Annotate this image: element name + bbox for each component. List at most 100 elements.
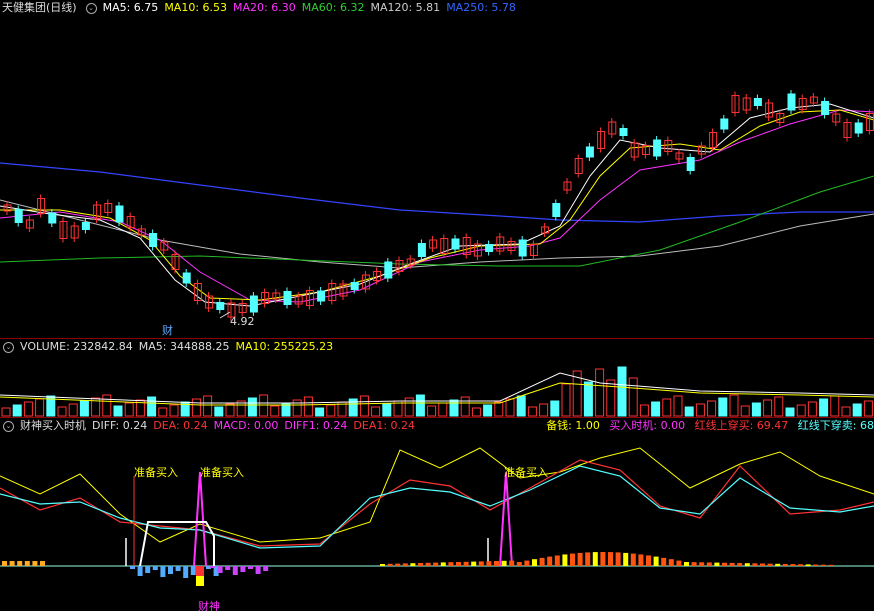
volume-bar	[326, 404, 336, 417]
candle	[720, 118, 729, 130]
volume-bar	[12, 404, 22, 417]
histogram-bar	[691, 562, 697, 566]
ready-buy-label-1: 准备买入	[134, 466, 178, 479]
histogram-bar	[729, 562, 735, 566]
volume-ma10: MA10: 255225.23	[235, 340, 334, 353]
low-price-label: 4.92	[230, 315, 255, 328]
volume-bar	[740, 405, 750, 417]
volume-bar	[382, 403, 392, 417]
histogram-bar	[387, 563, 393, 566]
histogram-bar	[509, 560, 515, 566]
volume-bar	[483, 404, 493, 417]
candle	[552, 203, 561, 217]
volume-ma10-line	[0, 382, 874, 406]
volume-bar	[68, 403, 78, 417]
histogram-bar	[539, 557, 545, 566]
volume-settings-icon[interactable]: ⌄	[3, 341, 14, 353]
caishen-block-yellow	[196, 576, 204, 586]
price-panel[interactable]: 天健集团(日线) ⌄ MA5: 6.75 MA10: 6.53 MA20: 6.…	[0, 0, 874, 338]
histogram-bar	[471, 561, 477, 566]
candle	[451, 238, 460, 250]
candle	[249, 295, 258, 313]
ma10-line	[0, 109, 874, 301]
volume-bar	[763, 399, 773, 417]
candle	[182, 272, 191, 284]
volume-bar	[807, 401, 817, 417]
histogram-bar	[653, 556, 659, 566]
red-down-label: 红线下穿卖: 68	[797, 419, 874, 432]
histogram-bar	[380, 564, 385, 566]
histogram-bar	[752, 563, 758, 566]
dea1-label: DEA1: 0.24	[353, 419, 416, 432]
histogram-bar	[425, 562, 431, 566]
ma250-line	[0, 162, 874, 223]
caishen-label: 财神	[198, 600, 220, 611]
candle	[585, 146, 594, 158]
histogram-neg-bar	[183, 566, 189, 578]
histogram-neg-bar	[190, 566, 196, 575]
histogram-bar	[767, 563, 773, 566]
volume-bar	[494, 401, 504, 417]
histogram-bar	[577, 552, 583, 566]
candle	[216, 302, 225, 310]
indicator-chart[interactable]	[0, 418, 874, 611]
volume-bar	[707, 400, 717, 417]
volume-header: ⌄ VOLUME: 232842.84 MA5: 344888.25 MA10:…	[0, 339, 339, 355]
volume-panel[interactable]: ⌄ VOLUME: 232842.84 MA5: 344888.25 MA10:…	[0, 339, 874, 417]
caishen-block-red	[196, 566, 204, 576]
volume-bar	[292, 399, 302, 417]
histogram-bar	[456, 562, 461, 566]
histogram-bar	[448, 562, 454, 566]
volume-ma5-line	[0, 372, 874, 404]
histogram-bar	[547, 556, 553, 566]
histogram-bar	[592, 552, 598, 566]
indicator-panel[interactable]: ⌄ 财神买入时机 DIFF: 0.24 DEA: 0.24 MACD: 0.00…	[0, 418, 874, 611]
volume-bar	[796, 404, 806, 417]
ma60-line	[0, 175, 874, 267]
cai-marker-label: 财	[162, 324, 173, 337]
histogram-bar	[433, 562, 439, 566]
histogram-bar	[2, 561, 7, 566]
histogram-bar	[714, 562, 720, 566]
ma250-label: MA250: 5.78	[446, 1, 516, 14]
histogram-neg-bar	[137, 566, 143, 576]
indicator-settings-icon[interactable]: ⌄	[3, 420, 14, 432]
histogram-bar	[418, 563, 423, 566]
volume-bar	[639, 404, 649, 417]
settings-circle-icon[interactable]: ⌄	[85, 2, 97, 14]
histogram-bar	[706, 562, 712, 566]
histogram-neg-bar	[160, 566, 166, 577]
volume-bar	[651, 401, 661, 417]
volume-bar	[471, 407, 481, 417]
volume-bar	[527, 406, 537, 417]
histogram-bar	[32, 561, 38, 566]
histogram-bar	[17, 561, 23, 566]
indicator-header: ⌄ 财神买入时机 DIFF: 0.24 DEA: 0.24 MACD: 0.00…	[0, 418, 421, 434]
histogram-bar	[40, 561, 45, 566]
candle	[48, 212, 57, 224]
macd-label: MACD: 0.00	[213, 419, 279, 432]
volume-bar	[819, 398, 829, 417]
histogram-bar	[463, 561, 469, 566]
histogram-bar	[813, 564, 819, 566]
volume-bar	[729, 394, 739, 417]
ma20-label: MA20: 6.30	[233, 1, 296, 14]
volume-bar	[203, 395, 213, 417]
volume-bar	[158, 407, 168, 417]
histogram-bar	[570, 553, 575, 566]
histogram-neg-bar	[255, 566, 261, 574]
volume-bar	[583, 381, 593, 417]
volume-bar	[102, 394, 112, 417]
candle	[384, 261, 393, 279]
price-chart[interactable]	[0, 0, 874, 338]
histogram-bar	[562, 554, 568, 566]
volume-bar	[124, 402, 134, 417]
histogram-neg-bar	[210, 566, 215, 568]
histogram-bar	[608, 552, 613, 566]
volume-bar	[247, 397, 257, 417]
volume-bar	[662, 398, 672, 417]
candle	[14, 209, 23, 223]
volume-bar	[315, 407, 325, 417]
volume-bar	[371, 406, 381, 417]
histogram-bar	[684, 562, 689, 566]
